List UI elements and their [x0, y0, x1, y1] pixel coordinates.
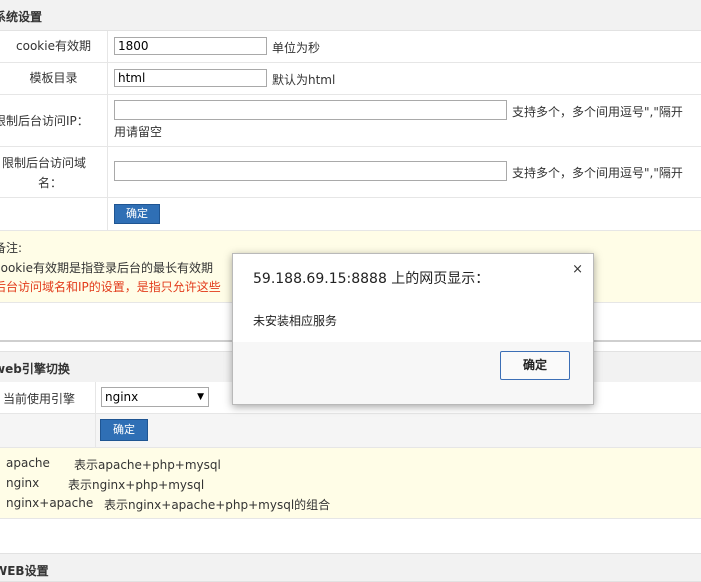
engine-confirm-label-cell	[0, 414, 96, 447]
engine-note-name-1: apache	[6, 456, 50, 470]
restrict-ip-hint-2: 用请留空	[114, 125, 163, 139]
engine-label-cell: 当前使用引擎	[0, 382, 96, 413]
restrict-domain-input[interactable]	[114, 161, 507, 181]
restrict-domain-row: 限制后台访问域 名： 支持多个，多个间用逗号","隔开	[0, 147, 701, 198]
restrict-ip-label: 限制后台访问IP：	[0, 114, 89, 128]
engine-note-desc-2: 表示nginx+php+mysql	[68, 478, 205, 492]
close-icon[interactable]: ×	[572, 262, 583, 277]
engine-select-value: nginx	[105, 390, 139, 404]
restrict-ip-input[interactable]	[114, 100, 507, 120]
template-dir-input[interactable]	[114, 69, 267, 87]
system-settings-title: 系统设置	[0, 10, 43, 24]
system-settings-header: 系统设置	[0, 0, 701, 31]
cookie-input[interactable]	[114, 37, 267, 55]
engine-note-name-2: nginx	[6, 476, 40, 490]
restrict-domain-hint: 支持多个，多个间用逗号","隔开	[512, 166, 683, 180]
chevron-down-icon: ▼	[197, 392, 204, 402]
alert-dialog: 59.188.69.15:8888 上的网页显示： × 未安装相应服务 确定	[232, 253, 594, 405]
dialog-title: 59.188.69.15:8888 上的网页显示：	[253, 271, 490, 287]
engine-note-desc-3: 表示nginx+apache+php+mysql的组合	[104, 498, 331, 512]
cookie-hint: 单位为秒	[272, 41, 321, 55]
web-engine-title: web引擎切换	[0, 362, 70, 376]
system-confirm-row: 确定	[0, 198, 701, 231]
engine-confirm-row: 确定	[0, 414, 701, 448]
restrict-domain-label: 限制后台访问域	[2, 156, 87, 170]
template-dir-row: 模板目录 默认为html	[0, 63, 701, 95]
cookie-row: cookie有效期 单位为秒	[0, 31, 701, 63]
restrict-ip-row: 限制后台访问IP： 支持多个，多个间用逗号","隔开 用请留空	[0, 95, 701, 147]
restrict-domain-label-cell: 限制后台访问域 名：	[0, 147, 108, 197]
cookie-label: cookie有效期	[0, 31, 108, 62]
template-dir-hint: 默认为html	[272, 73, 336, 87]
system-note-line2: 后台访问域名和IP的设置，是指只允许这些	[0, 280, 221, 294]
restrict-ip-label-cell: 限制后台访问IP：	[0, 95, 108, 146]
system-confirm-button[interactable]: 确定	[114, 204, 160, 224]
system-note-title: 备注:	[0, 241, 23, 255]
engine-note-desc-1: 表示apache+php+mysql	[74, 458, 221, 472]
template-dir-label: 模板目录	[0, 63, 108, 94]
restrict-ip-hint: 支持多个，多个间用逗号","隔开	[512, 105, 683, 119]
engine-note: apache 表示apache+php+mysql nginx 表示nginx+…	[0, 448, 701, 519]
web-settings-title: WEB设置	[0, 564, 49, 578]
engine-select[interactable]: nginx ▼	[101, 387, 209, 407]
engine-confirm-button[interactable]: 确定	[100, 419, 148, 441]
engine-label: 当前使用引擎	[3, 392, 76, 406]
system-note-line1: cookie有效期是指登录后台的最长有效期	[0, 261, 213, 275]
dialog-ok-button[interactable]: 确定	[500, 351, 570, 380]
engine-note-name-3: nginx+apache	[6, 496, 94, 510]
dialog-message: 未安装相应服务	[253, 314, 338, 328]
restrict-domain-label-2: 名：	[38, 176, 63, 190]
system-confirm-label-cell	[0, 198, 108, 230]
web-settings-header: WEB设置	[0, 553, 701, 582]
